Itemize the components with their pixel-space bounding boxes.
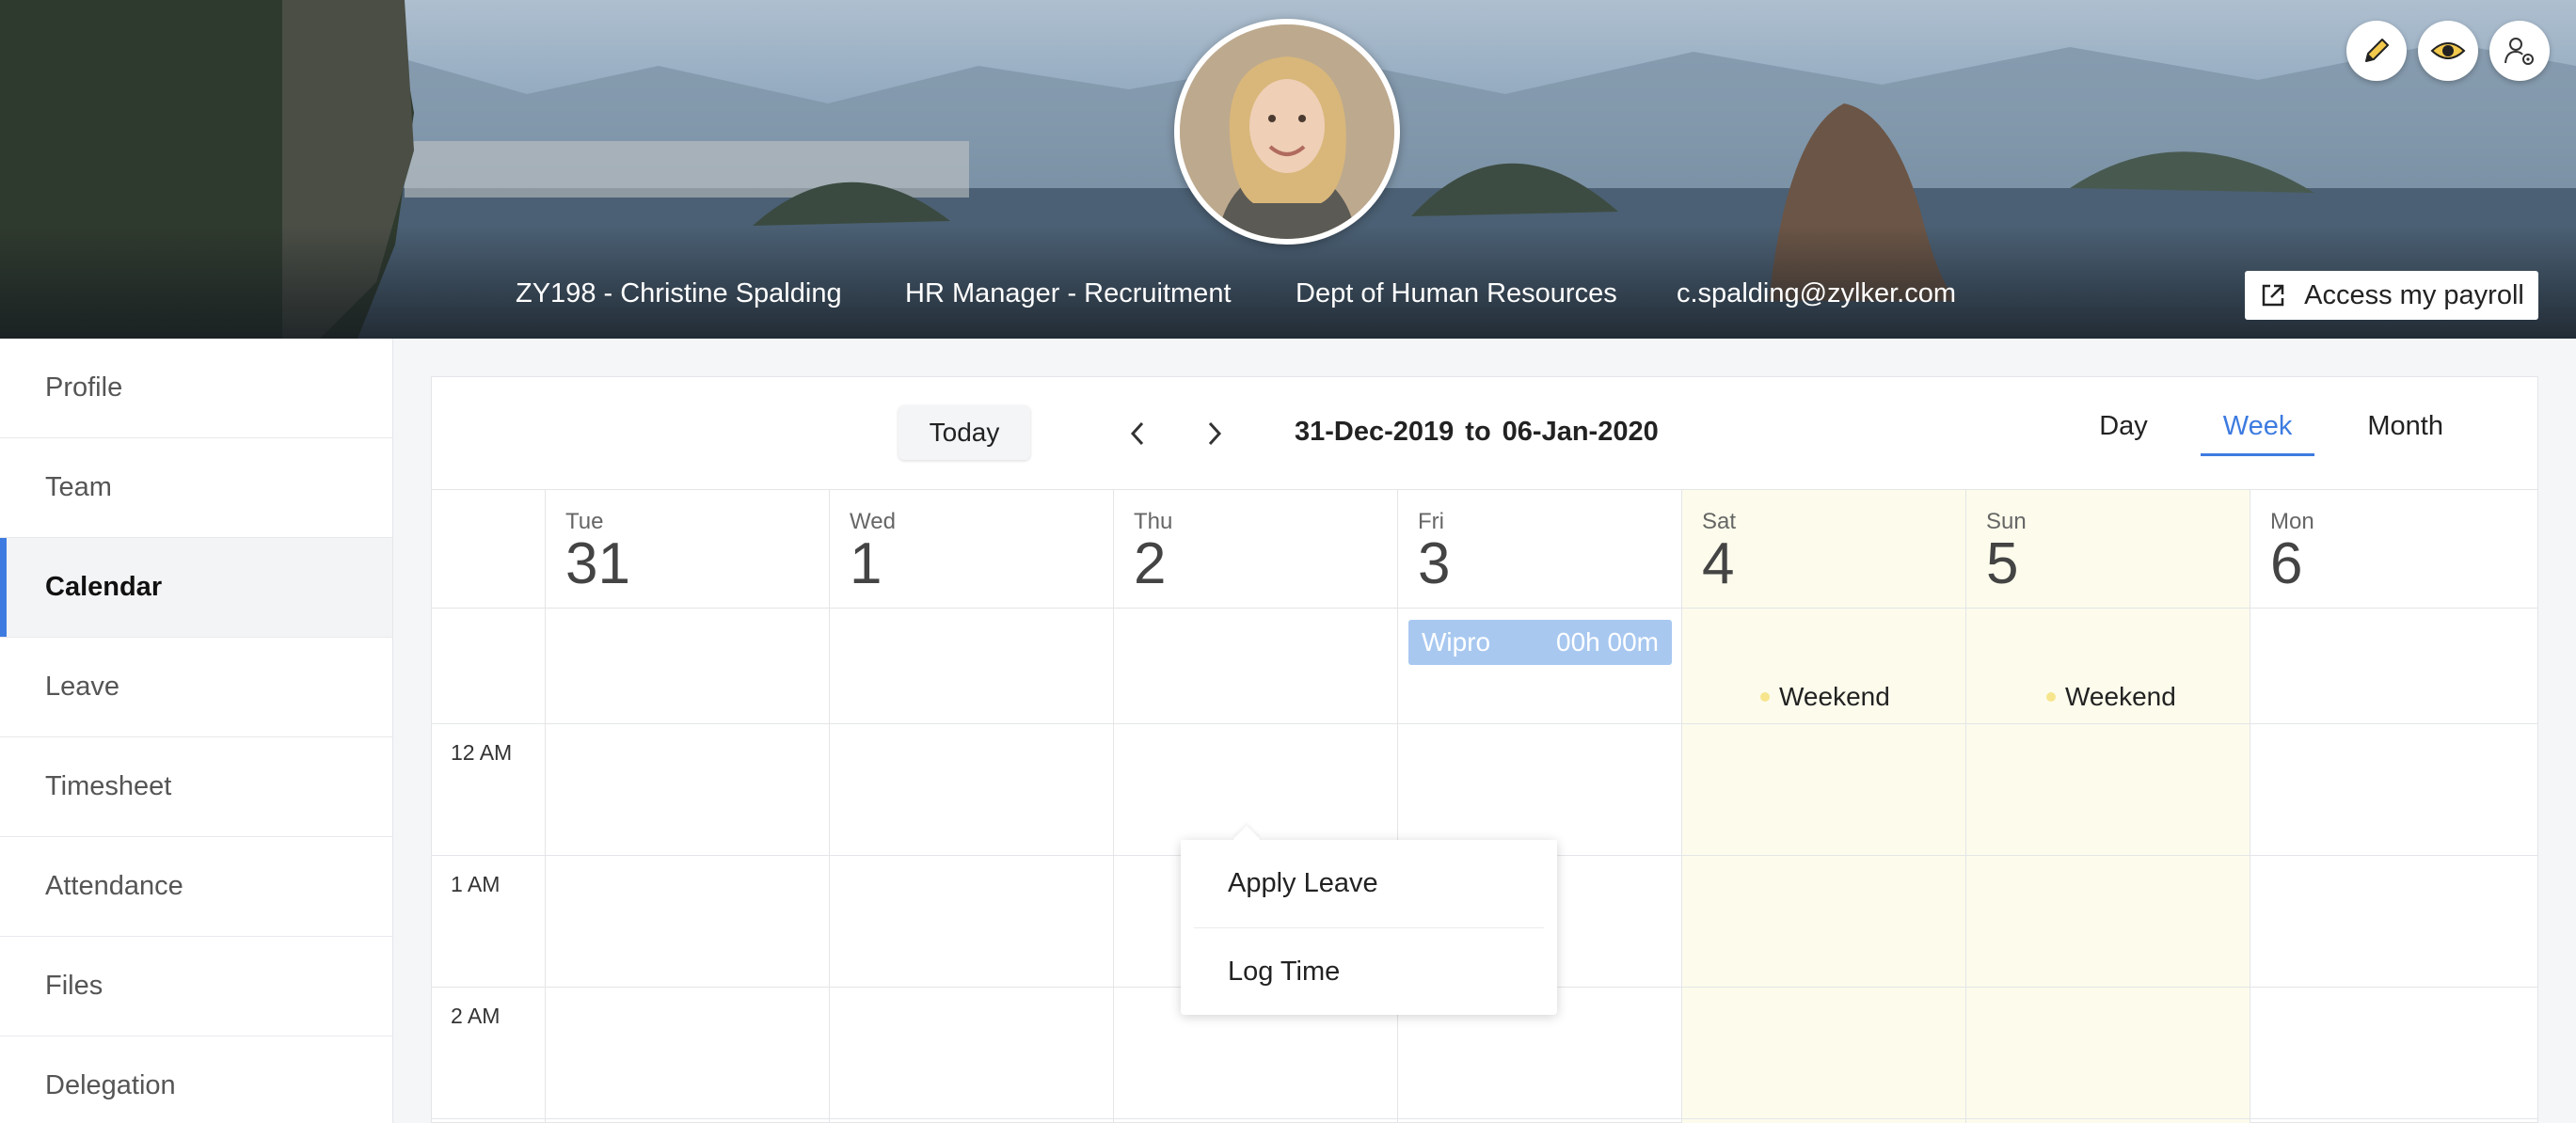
view-switcher: Day Week Month xyxy=(2090,411,2453,456)
avatar[interactable] xyxy=(1174,19,1400,245)
sidebar-item-calendar[interactable]: Calendar xyxy=(0,538,392,638)
grid-line xyxy=(1113,490,1114,1123)
avatar-photo xyxy=(1180,24,1394,239)
calendar-event-wipro[interactable]: Wipro 00h 00m xyxy=(1408,620,1672,665)
sidebar-item-label: Timesheet xyxy=(45,771,172,801)
sidebar-item-attendance[interactable]: Attendance xyxy=(0,837,392,937)
edit-profile-button[interactable] xyxy=(2346,21,2407,81)
sidebar-item-label: Profile xyxy=(45,372,123,403)
employee-email[interactable]: c.spalding@zylker.com xyxy=(1677,278,1956,309)
date-range: 31-Dec-2019 to 06-Jan-2020 xyxy=(1295,417,1659,448)
grid-line xyxy=(1397,490,1398,1123)
log-time-menu-item[interactable]: Log Time xyxy=(1194,927,1544,1015)
range-start: 31-Dec-2019 xyxy=(1295,417,1455,447)
sidebar-item-delegation[interactable]: Delegation xyxy=(0,1036,392,1123)
week-grid: Tue 31 Wed 1 Thu 2 Fri 3 Sat 4 Sun 5 Mon… xyxy=(432,490,2537,1123)
day-number: 1 xyxy=(850,531,883,596)
grid-line xyxy=(1965,490,1966,1123)
employee-designation: HR Manager - Recruitment xyxy=(905,278,1232,308)
access-payroll-button[interactable]: Access my payroll xyxy=(2245,271,2538,320)
chevron-left-icon xyxy=(1130,421,1144,446)
grid-line xyxy=(829,490,830,1123)
day-header-sun[interactable]: Sun 5 xyxy=(1967,490,2027,607)
range-separator: to xyxy=(1465,417,1491,447)
next-week-button[interactable] xyxy=(1196,413,1233,454)
previous-week-button[interactable] xyxy=(1119,413,1156,454)
tab-week[interactable]: Week xyxy=(2200,411,2315,456)
day-number: 2 xyxy=(1134,531,1167,596)
event-title: Wipro xyxy=(1422,627,1491,656)
employee-id-name: ZY198 - Christine Spalding xyxy=(516,278,842,308)
sidebar-item-timesheet[interactable]: Timesheet xyxy=(0,737,392,837)
day-header-sat[interactable]: Sat 4 xyxy=(1683,490,1736,607)
day-number: 31 xyxy=(565,531,630,596)
chevron-right-icon xyxy=(1208,421,1222,446)
day-header-mon[interactable]: Mon 6 xyxy=(2251,490,2314,607)
time-label: 1 AM xyxy=(451,872,501,896)
profile-banner: ZY198 - Christine Spalding HR Manager - … xyxy=(0,0,2576,339)
apply-leave-menu-item[interactable]: Apply Leave xyxy=(1181,840,1557,927)
employee-department: Dept of Human Resources xyxy=(1296,278,1617,308)
banner-actions xyxy=(2346,21,2550,81)
day-header-wed[interactable]: Wed 1 xyxy=(831,490,896,607)
user-settings-icon xyxy=(2504,38,2534,65)
grid-line xyxy=(432,1118,2537,1119)
day-header-fri[interactable]: Fri 3 xyxy=(1399,490,1450,607)
sidebar-item-leave[interactable]: Leave xyxy=(0,638,392,737)
calendar-toolbar: Today 31-Dec-2019 to 06-Jan-2020 Day Week … xyxy=(432,377,2537,490)
time-label: 12 AM xyxy=(451,740,513,765)
weekend-tag-sat: Weekend xyxy=(1760,682,1890,712)
sidebar-item-profile[interactable]: Profile xyxy=(0,339,392,438)
event-duration: 00h 00m xyxy=(1556,627,1659,656)
calendar-context-menu: Apply Leave Log Time xyxy=(1181,840,1557,1015)
profile-settings-button[interactable] xyxy=(2489,21,2550,81)
today-button[interactable]: Today xyxy=(898,405,1030,460)
external-link-icon xyxy=(2262,284,2284,307)
payroll-button-label: Access my payroll xyxy=(2304,279,2524,310)
employee-info: ZY198 - Christine Spalding HR Manager - … xyxy=(0,278,2576,316)
grid-line xyxy=(545,490,546,1123)
day-number: 5 xyxy=(1986,531,2019,596)
sidebar-item-label: Calendar xyxy=(45,572,163,602)
weekend-dot xyxy=(1760,692,1770,702)
grid-line xyxy=(432,608,2537,609)
day-header-tue[interactable]: Tue 31 xyxy=(547,490,630,607)
sidebar-item-label: Leave xyxy=(45,672,120,702)
day-number: 6 xyxy=(2270,531,2303,596)
sidebar-item-team[interactable]: Team xyxy=(0,438,392,538)
tab-day[interactable]: Day xyxy=(2090,411,2157,456)
day-number: 3 xyxy=(1418,531,1451,596)
grid-line xyxy=(432,723,2537,724)
weekend-label: Weekend xyxy=(1779,682,1890,711)
sidebar-item-label: Attendance xyxy=(45,871,183,901)
sidebar: Profile Team Calendar Leave Timesheet At… xyxy=(0,339,393,1123)
range-end: 06-Jan-2020 xyxy=(1502,417,1659,447)
weekend-label: Weekend xyxy=(2065,682,2176,711)
day-header-thu[interactable]: Thu 2 xyxy=(1115,490,1172,607)
sidebar-item-files[interactable]: Files xyxy=(0,937,392,1036)
sidebar-item-label: Files xyxy=(45,971,103,1001)
weekend-tag-sun: Weekend xyxy=(2046,682,2176,712)
view-profile-button[interactable] xyxy=(2418,21,2478,81)
eye-icon xyxy=(2430,42,2466,59)
weekend-dot xyxy=(2046,692,2056,702)
tab-month[interactable]: Month xyxy=(2358,411,2453,456)
sidebar-item-label: Team xyxy=(45,472,112,502)
grid-line xyxy=(1681,490,1682,1123)
pencil-icon xyxy=(2365,39,2389,62)
time-label: 2 AM xyxy=(451,1004,501,1028)
sidebar-item-label: Delegation xyxy=(45,1070,176,1100)
day-number: 4 xyxy=(1702,531,1735,596)
